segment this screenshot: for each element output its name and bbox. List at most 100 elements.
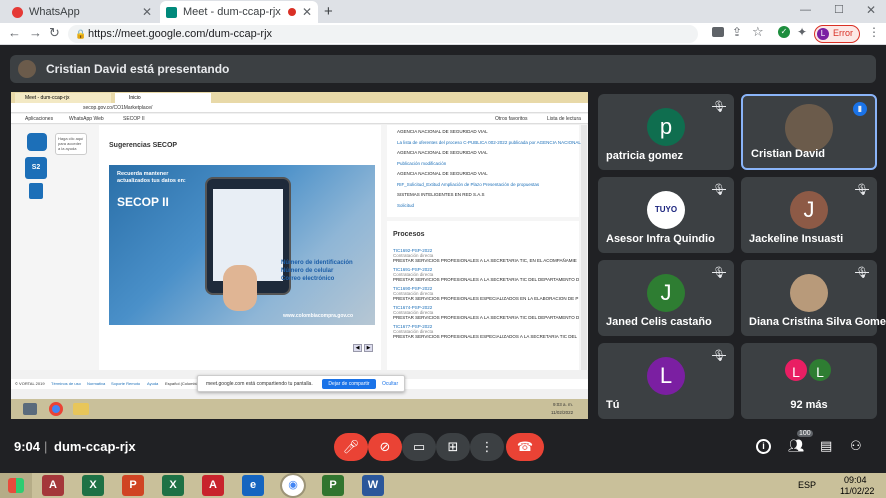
time-separator: | bbox=[44, 439, 48, 454]
share-icon[interactable]: ⇪ bbox=[732, 25, 742, 39]
taskbar-app-icon[interactable]: X bbox=[162, 475, 184, 496]
participant-tile[interactable]: L Tú 🎙︎ bbox=[598, 343, 734, 419]
participant-avatar: TUYO bbox=[647, 191, 685, 229]
clock-time[interactable]: 09:04 bbox=[844, 475, 867, 485]
taskbar-app-icon[interactable]: ◉ bbox=[280, 473, 306, 498]
participant-tile[interactable]: p patricia gomez 🎙︎ bbox=[598, 94, 734, 170]
maximize-button[interactable]: ☐ bbox=[834, 3, 844, 16]
more-options-button[interactable]: ⋮ bbox=[470, 433, 504, 461]
extensions-puzzle-icon[interactable]: ✦ bbox=[797, 25, 807, 39]
participant-tile[interactable]: J Janed Celis castaño 🎙︎ bbox=[598, 260, 734, 336]
profile-error-chip[interactable]: L Error bbox=[814, 25, 860, 43]
menu-dots-icon[interactable]: ⋮ bbox=[868, 25, 880, 39]
chat-icon[interactable]: ▤ bbox=[820, 438, 832, 454]
next-slide-button: ▶ bbox=[364, 344, 373, 352]
more-participants-label: 92 más bbox=[790, 399, 828, 411]
footer-link: Ayuda bbox=[147, 381, 159, 386]
notice-line: Solicitud bbox=[397, 202, 415, 208]
hand-image bbox=[223, 265, 257, 311]
participant-avatar: p bbox=[647, 108, 685, 146]
inner-page: S2 Haga clic aquí para acceder a la ayud… bbox=[11, 125, 588, 370]
proceso-desc: PRESTAR SERVICIOS PROFESIONALES A LA SEC… bbox=[393, 315, 580, 320]
inner-bookmarks-bar: Aplicaciones WhatsApp Web SECOP II Otros… bbox=[11, 114, 588, 124]
forward-arrow-icon[interactable]: → bbox=[29, 25, 42, 40]
participant-tile[interactable]: TUYO Asesor Infra Quindio 🎙︎ bbox=[598, 177, 734, 253]
leave-call-button[interactable]: ☎ bbox=[506, 433, 544, 461]
back-arrow-icon[interactable]: ← bbox=[8, 25, 21, 40]
close-tab-icon[interactable]: ✕ bbox=[302, 5, 312, 19]
footer-link: Español (Colombia) bbox=[165, 381, 201, 386]
presenting-banner: Cristian David está presentando bbox=[10, 55, 876, 83]
close-window-button[interactable]: ✕ bbox=[866, 3, 876, 17]
minimize-button[interactable]: — bbox=[800, 4, 811, 16]
participant-avatar: J bbox=[647, 274, 685, 312]
recording-icon bbox=[287, 8, 296, 16]
notice-line: Publicación modificación bbox=[397, 160, 447, 166]
footer-link: Soporte Remoto bbox=[111, 381, 141, 386]
camera-off-button[interactable]: ⊘ bbox=[368, 433, 402, 461]
secop-banner: Recuerda mantener actualizados tus datos… bbox=[109, 165, 375, 325]
close-tab-icon[interactable]: ✕ bbox=[142, 5, 152, 19]
taskbar-app-icon[interactable]: X bbox=[82, 475, 104, 496]
participants-icon[interactable]: 👥︎ bbox=[788, 438, 805, 454]
inner-chrome-icon bbox=[49, 402, 63, 416]
meeting-code: dum-ccap-rjx bbox=[54, 439, 136, 454]
taskbar-app-icon[interactable]: P bbox=[322, 475, 344, 496]
present-button[interactable]: ⊞ bbox=[436, 433, 470, 461]
procesos-title: Procesos bbox=[393, 231, 425, 238]
more-avatar: L bbox=[807, 357, 833, 383]
inner-scrollbar bbox=[581, 125, 587, 370]
participants-count-badge: 100 bbox=[797, 430, 813, 437]
url-text: https://meet.google.com/dum-ccap-rjx bbox=[88, 28, 273, 40]
tab-meet[interactable]: Meet - dum-ccap-rjx ✕ bbox=[160, 1, 318, 23]
more-avatar: L bbox=[783, 357, 809, 383]
taskbar-app-icon[interactable]: A bbox=[202, 475, 224, 496]
inner-app-icon bbox=[23, 403, 37, 415]
taskbar-app-icon[interactable]: A bbox=[42, 475, 64, 496]
tab-whatsapp[interactable]: WhatsApp ✕ bbox=[6, 1, 158, 23]
bookmark-item: WhatsApp Web bbox=[69, 116, 104, 122]
bot-badge: S2 bbox=[25, 157, 47, 179]
inner-url: secop.gov.co/CO1Marketplace/ bbox=[83, 105, 153, 111]
bookmark-item: SECOP II bbox=[123, 116, 145, 122]
inner-date: 11/02/2022 bbox=[551, 410, 574, 415]
mic-muted-icon: 🎙︎ bbox=[855, 267, 869, 279]
camera-icon[interactable] bbox=[712, 27, 724, 37]
participant-name: patricia gomez bbox=[606, 150, 684, 162]
taskbar-app-icon[interactable]: e bbox=[242, 475, 264, 496]
stop-sharing-button: Dejar de compartir bbox=[322, 379, 376, 389]
address-bar[interactable]: 🔒 https://meet.google.com/dum-ccap-rjx bbox=[68, 25, 698, 43]
taskbar-app-icon[interactable]: W bbox=[362, 475, 384, 496]
meeting-controls: 9:04 | dum-ccap-rjx 🎤︎ ⊘ ▭ ⊞ ⋮ ☎ i 👥︎ 10… bbox=[0, 428, 886, 473]
mic-muted-icon: 🎙︎ bbox=[712, 101, 726, 113]
captions-button[interactable]: ▭ bbox=[402, 433, 436, 461]
clock-date[interactable]: 11/02/22 bbox=[840, 486, 874, 496]
participant-tile[interactable]: Cristian David ▮ bbox=[741, 94, 877, 170]
suggestions-panel: Sugerencias SECOP Recuerda mantener actu… bbox=[99, 125, 381, 370]
language-indicator[interactable]: ESP bbox=[798, 480, 816, 490]
start-button[interactable] bbox=[0, 473, 32, 498]
inner-address-bar: secop.gov.co/CO1Marketplace/ bbox=[11, 103, 588, 113]
mic-off-button[interactable]: 🎤︎ bbox=[334, 433, 368, 461]
meet-favicon-icon bbox=[166, 6, 177, 18]
notices-panel: AGENCIA NACIONAL DE SEGURIDAD VIAL La lis… bbox=[387, 125, 581, 217]
participant-avatar bbox=[785, 104, 833, 152]
mic-muted-icon: 🎙︎ bbox=[855, 184, 869, 196]
extension-check-icon[interactable]: ✓ bbox=[778, 26, 790, 38]
browser-toolbar: ← → ↻ 🔒 https://meet.google.com/dum-ccap… bbox=[0, 23, 886, 45]
participant-tile[interactable]: Diana Cristina Silva Gomez 🎙︎ bbox=[741, 260, 886, 336]
new-tab-button[interactable]: + bbox=[324, 3, 333, 20]
activities-icon[interactable]: ⚇ bbox=[850, 438, 862, 454]
participant-tile[interactable]: J Jackeline Insuasti 🎙︎ bbox=[741, 177, 877, 253]
inner-tab-inicio: Inicio bbox=[115, 93, 211, 103]
taskbar-app-icon[interactable]: P bbox=[122, 475, 144, 496]
proceso-desc: PRESTAR SERVICIOS PROFESIONALES A LA SEC… bbox=[393, 258, 577, 263]
participant-name: Jackeline Insuasti bbox=[749, 233, 844, 245]
reload-icon[interactable]: ↻ bbox=[49, 25, 60, 41]
bookmark-star-icon[interactable]: ☆ bbox=[752, 24, 764, 40]
proceso-desc: PRESTAR SERVICIOS PROFESIONALES ESPECIAL… bbox=[393, 296, 579, 301]
more-participants-tile[interactable]: L L 92 más bbox=[741, 343, 877, 419]
procesos-panel: Procesos TIC1692-PSP-2022 Contratación di… bbox=[387, 221, 579, 370]
notice-line: La lista de oferentes del proceso C-PUBL… bbox=[397, 139, 581, 145]
info-icon[interactable]: i bbox=[756, 439, 771, 454]
